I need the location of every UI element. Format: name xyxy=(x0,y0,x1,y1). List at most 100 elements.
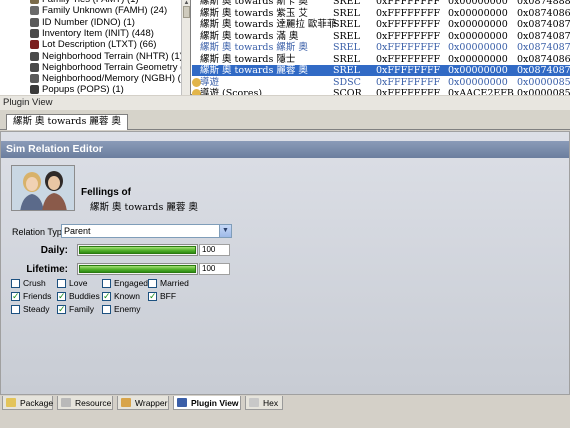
wrapper-icon xyxy=(121,398,131,407)
tab-plugin-view-label: Plugin View xyxy=(191,398,239,408)
grid-cell-group: 0xFFFFFFFF xyxy=(376,88,441,95)
folder-icon xyxy=(30,28,39,38)
grid-cell-group: 0xFFFFFFFF xyxy=(376,76,441,88)
grid-cell-name: 縲斯 奧 towards 達麗拉 歐菲菲 xyxy=(200,19,337,30)
plugin-view-icon xyxy=(177,398,187,407)
checkbox-checked-icon[interactable] xyxy=(57,304,66,315)
grid-cell-type: SDSC xyxy=(333,76,361,88)
grid-row[interactable]: 縲斯 奧 towards 達麗拉 歐菲菲 SREL 0xFFFFFFFF 0x0000… xyxy=(192,19,570,30)
checkbox-label: Steady xyxy=(23,304,50,314)
grid-row[interactable]: 縲斯 奧 towards 麗蓉 奧 SREL 0xFFFFFFFF 0x0000000… xyxy=(192,65,570,76)
status-bar xyxy=(0,410,570,428)
grid-cell-group: 0xFFFFFFFF xyxy=(376,0,441,7)
grid-row[interactable]: 縲斯 奧 towards 縲斯 奧 SREL 0xFFFFFFFF 0x0000000… xyxy=(192,42,570,53)
checkbox-checked-icon[interactable] xyxy=(11,291,20,302)
top-panel: Family Ties (FAMT) (1)Family Unknown (FA… xyxy=(0,0,570,95)
grid-cell-offset: 0x0000085A (0x xyxy=(517,76,570,88)
grid-cell-offset: 0x08740863 (0x xyxy=(517,53,570,65)
grid-cell-instance: 0x00000000 xyxy=(448,0,508,7)
grid-cell-offset: 0x08740874 (0x xyxy=(517,42,570,53)
checkbox-label: Married xyxy=(160,278,189,288)
document-tab[interactable]: 縲斯 奧 towards 麗蓉 奧 xyxy=(6,114,128,130)
package-icon xyxy=(6,398,16,407)
resource-tree[interactable]: Family Ties (FAMT) (1)Family Unknown (FA… xyxy=(0,0,181,95)
grid-cell-name: 縲斯 奧 towards 麗蓉 奧 xyxy=(200,65,308,76)
document-tabstrip: 縲斯 奧 towards 麗蓉 奧 xyxy=(0,110,570,130)
checkbox-label: Friends xyxy=(23,291,52,301)
chevron-down-icon[interactable]: ▼ xyxy=(219,225,231,237)
tree-item-label: Family Ties (FAMT) (1) xyxy=(42,0,139,5)
lifetime-label: Lifetime: xyxy=(26,264,68,275)
grid-row[interactable]: 導遊 (Scores) SCOR 0xFFFFFFFF 0xAACE2EFB 0x000… xyxy=(192,88,570,95)
folder-icon xyxy=(30,51,39,61)
checkbox-checked-icon[interactable] xyxy=(148,291,157,302)
grid-cell-group: 0xFFFFFFFF xyxy=(376,65,441,76)
tab-resource[interactable]: Resource xyxy=(57,396,113,410)
daily-value-field[interactable]: 100 xyxy=(199,244,230,256)
resource-icon xyxy=(61,398,71,407)
grid-cell-instance: 0x00000000 xyxy=(448,42,508,53)
grid-cell-type: SCOR xyxy=(333,88,362,95)
checkbox-checked-icon[interactable] xyxy=(57,291,66,302)
grid-row[interactable]: 縲斯 奧 towards 滿 奧 SREL 0xFFFFFFFF 0x00000000… xyxy=(192,31,570,42)
daily-bar-fill xyxy=(79,246,196,254)
hex-icon xyxy=(249,398,259,407)
grid-cell-group: 0xFFFFFFFF xyxy=(376,30,441,42)
grid-cell-type: SREL xyxy=(333,7,360,19)
folder-icon xyxy=(30,6,39,16)
checkbox-label: Known xyxy=(114,291,140,301)
daily-bar[interactable] xyxy=(77,244,198,256)
tree-item-label: Neighborhood/Memory (NGBH) (1) xyxy=(42,73,181,85)
grid-cell-offset: 0x0000085A (0x xyxy=(517,88,570,95)
resource-grid[interactable]: 縲斯 奧 towards 斯卡 奧 SREL 0xFFFFFFFF 0x0000000… xyxy=(192,0,570,95)
relation-type-value: Parent xyxy=(64,226,91,236)
daily-label: Daily: xyxy=(40,245,68,256)
tree-item-label: Neighborhood Terrain (NHTR) (1) xyxy=(42,50,181,62)
feelings-description: 縲斯 奧 towards 麗蓉 奧 xyxy=(90,202,198,213)
lifetime-bar[interactable] xyxy=(77,263,198,275)
grid-cell-name: 導遊 xyxy=(200,76,220,88)
grid-row[interactable]: 縲斯 奧 towards 斯卡 奧 SREL 0xFFFFFFFF 0x0000000… xyxy=(192,0,570,7)
checkbox-unchecked-icon[interactable] xyxy=(102,279,111,288)
grid-cell-instance: 0x00000000 xyxy=(448,53,508,65)
checkbox-unchecked-icon[interactable] xyxy=(148,279,157,288)
grid-cell-instance: 0xAACE2EFB xyxy=(448,88,514,95)
checkbox-label: Family xyxy=(69,304,95,314)
checkbox-label: BFF xyxy=(160,291,177,301)
relation-type-select[interactable]: Parent ▼ xyxy=(61,224,232,238)
feelings-title: Fellings of xyxy=(81,187,131,198)
checkbox-unchecked-icon[interactable] xyxy=(102,305,111,314)
lifetime-value-field[interactable]: 100 xyxy=(199,263,230,275)
lifetime-bar-fill xyxy=(79,265,196,273)
grid-cell-group: 0xFFFFFFFF xyxy=(376,53,441,65)
tab-wrapper[interactable]: Wrapper xyxy=(117,396,169,410)
checkbox-label: Enemy xyxy=(114,304,141,314)
tree-scrollbar[interactable]: ▲ xyxy=(181,0,191,95)
scrollbar-thumb[interactable] xyxy=(183,6,190,18)
tree-item-label: Popups (POPS) (1) xyxy=(42,84,124,95)
tab-hex-label: Hex xyxy=(263,398,279,408)
checkbox-unchecked-icon[interactable] xyxy=(11,279,20,288)
plugin-view-title: Plugin View xyxy=(0,96,570,110)
grid-cell-offset: 0x08740873 (0x xyxy=(517,30,570,42)
checkbox-unchecked-icon[interactable] xyxy=(57,279,66,288)
grid-cell-name: 縲斯 奧 towards 斯卡 奧 xyxy=(200,0,308,7)
grid-cell-offset: 0x08748888 (0x xyxy=(517,0,570,7)
checkbox-label: Love xyxy=(69,278,88,288)
grid-cell-name: 縲斯 奧 towards 隱士 xyxy=(200,53,296,65)
grid-cell-instance: 0x00000000 xyxy=(448,76,508,88)
tab-package[interactable]: Package xyxy=(2,396,53,410)
checkbox-unchecked-icon[interactable] xyxy=(11,305,20,314)
checkbox-label: Engaged xyxy=(114,278,149,288)
bottom-tabstrip: Package Resource Wrapper Plugin View Hex xyxy=(0,396,570,410)
tab-hex[interactable]: Hex xyxy=(245,396,283,410)
grid-row[interactable]: 縲斯 奧 towards 紫玉 艾 SREL 0xFFFFFFFF 0x0000000… xyxy=(192,8,570,19)
checkbox-checked-icon[interactable] xyxy=(102,291,111,302)
grid-cell-group: 0xFFFFFFFF xyxy=(376,42,441,53)
grid-row[interactable]: 導遊 SDSC 0xFFFFFFFF 0x00000000 0x0000085A (0x xyxy=(192,77,570,88)
tree-item-label: Inventory Item (INIT) (448) xyxy=(42,27,154,39)
grid-cell-instance: 0x00000000 xyxy=(448,7,508,19)
tab-plugin-view[interactable]: Plugin View xyxy=(173,396,241,410)
grid-cell-instance: 0x00000000 xyxy=(448,65,508,76)
grid-row[interactable]: 縲斯 奧 towards 隱士 SREL 0xFFFFFFFF 0x00000000 0… xyxy=(192,54,570,65)
